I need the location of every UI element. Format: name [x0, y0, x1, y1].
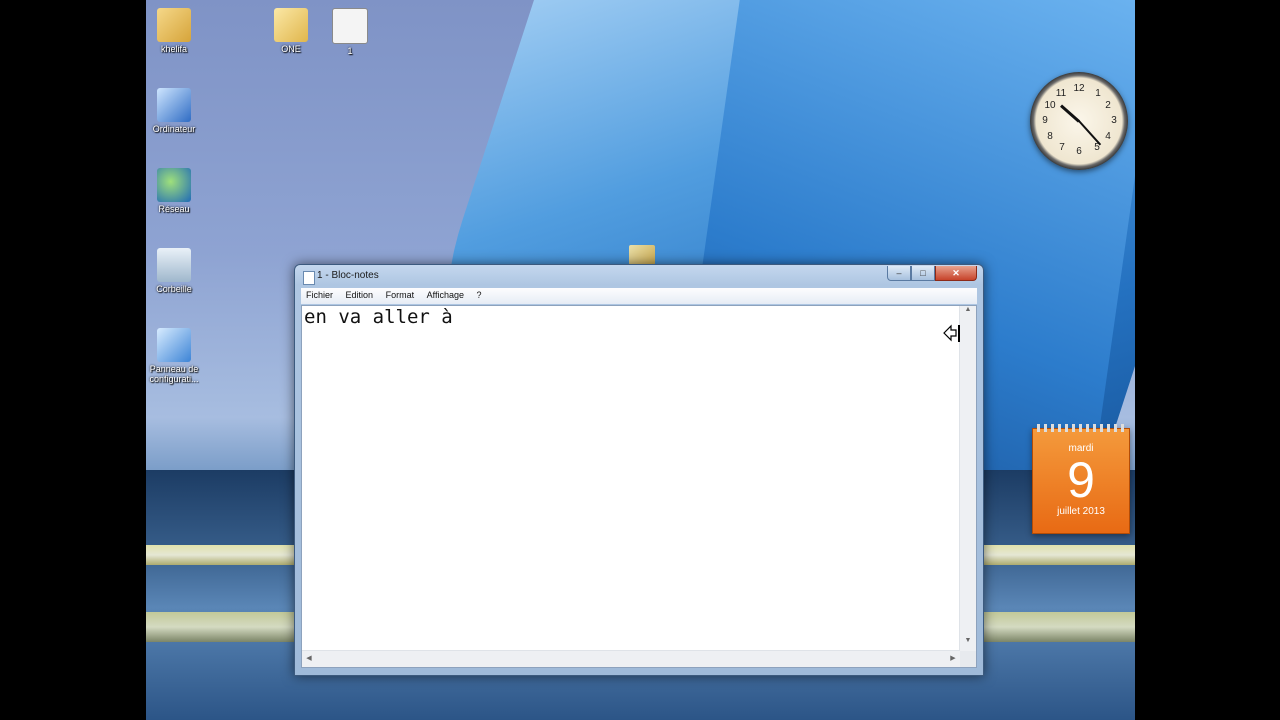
desktop-icon-label: Panneau de configurati... — [149, 364, 199, 384]
horizontal-scrollbar[interactable]: ◀ ▶ — [302, 650, 960, 667]
window-title: 1 - Bloc-notes — [317, 270, 379, 281]
desktop-icon-label: Ordinateur — [152, 124, 196, 134]
menu-fichier[interactable]: Fichier — [301, 288, 338, 302]
clock-number: 12 — [1073, 83, 1085, 94]
minimize-button[interactable]: – — [887, 266, 911, 281]
menu-affichage[interactable]: Affichage — [422, 288, 469, 302]
calendar-gadget[interactable]: mardi 9 juillet 2013 — [1032, 424, 1130, 534]
folder-icon — [274, 8, 308, 42]
clock-number: 4 — [1105, 131, 1111, 142]
close-button[interactable]: ✕ — [935, 266, 977, 281]
maximize-button[interactable]: □ — [911, 266, 935, 281]
clock-number: 10 — [1044, 100, 1056, 111]
desktop-icon-ordinateur[interactable]: Ordinateur — [139, 88, 209, 134]
window-titlebar[interactable]: 1 - Bloc-notes – □ ✕ — [295, 265, 983, 287]
clock-number: 9 — [1042, 115, 1048, 126]
editor-content[interactable]: en va aller à — [304, 306, 453, 328]
desktop-icon-label: Réseau — [158, 204, 190, 214]
clock-number: 11 — [1055, 88, 1067, 99]
computer-icon — [157, 88, 191, 122]
clock-number: 8 — [1047, 131, 1053, 142]
recycle-bin-icon — [157, 248, 191, 282]
menu-help[interactable]: ? — [472, 288, 487, 302]
clock-number: 1 — [1095, 88, 1101, 99]
user-folder-icon — [157, 8, 191, 42]
mouse-cursor-icon — [943, 324, 960, 342]
desktop-icon-corbeille[interactable]: Corbeille — [139, 248, 209, 294]
clock-number: 5 — [1094, 142, 1100, 153]
desktop-icon-label: ONE — [281, 44, 301, 54]
text-file-icon — [332, 8, 368, 44]
scroll-up-arrow-icon[interactable]: ▲ — [960, 306, 976, 320]
menu-edition[interactable]: Edition — [341, 288, 379, 302]
control-panel-icon — [157, 328, 191, 362]
vertical-scrollbar[interactable]: ▲ ▼ — [959, 306, 976, 651]
dragged-folder-icon — [629, 245, 655, 265]
scroll-right-arrow-icon[interactable]: ▶ — [946, 651, 960, 667]
clock-number: 7 — [1059, 142, 1065, 153]
clock-hour-hand — [1060, 104, 1080, 123]
clock-number: 6 — [1076, 146, 1082, 157]
text-editor-area[interactable]: en va aller à ▲ ▼ ◀ ▶ — [301, 305, 977, 668]
desktop-icon-khelifa[interactable]: khelifa — [139, 8, 209, 54]
clock-number: 2 — [1105, 100, 1111, 111]
calendar-date: 9 — [1067, 452, 1095, 508]
desktop-icon-label: 1 — [347, 46, 353, 56]
network-icon — [157, 168, 191, 202]
window-controls: – □ ✕ — [887, 266, 977, 281]
calendar-rings — [1037, 424, 1125, 432]
desktop-icon-panneau[interactable]: Panneau de configurati... — [139, 328, 209, 384]
desktop-icon-reseau[interactable]: Réseau — [139, 168, 209, 214]
scroll-down-arrow-icon[interactable]: ▼ — [960, 637, 976, 651]
scrollbar-corner — [960, 651, 976, 667]
menu-format[interactable]: Format — [381, 288, 420, 302]
notepad-icon — [303, 271, 315, 285]
notepad-window[interactable]: 1 - Bloc-notes – □ ✕ Fichier Edition For… — [294, 264, 984, 676]
scroll-left-arrow-icon[interactable]: ◀ — [302, 651, 316, 667]
clock-number: 3 — [1111, 115, 1117, 126]
desktop-icon-1[interactable]: 1 — [315, 8, 385, 56]
desktop-icon-label: khelifa — [160, 44, 187, 54]
desktop-icon-label: Corbeille — [156, 284, 192, 294]
menu-bar: Fichier Edition Format Affichage ? — [301, 288, 977, 304]
calendar-month-year: juillet 2013 — [1057, 506, 1105, 517]
clock-gadget[interactable]: 12 1 2 3 4 5 6 7 8 9 10 11 — [1030, 72, 1128, 170]
